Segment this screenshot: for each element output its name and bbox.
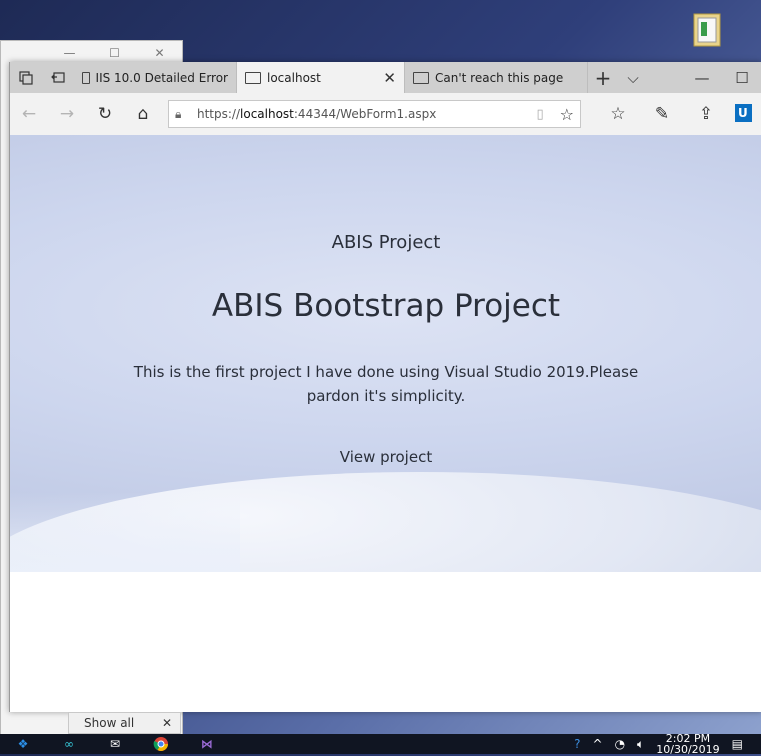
close-downloads-icon[interactable]: ✕ [162, 716, 172, 730]
show-all-button[interactable]: Show all [84, 716, 134, 730]
tab-label: localhost [267, 70, 321, 85]
maximize-button[interactable]: ☐ [92, 46, 137, 60]
volume-icon[interactable]: 🔈︎ [637, 737, 644, 752]
dropbox-icon[interactable]: ❖ [0, 737, 46, 751]
view-project-link[interactable]: View project [10, 448, 761, 466]
snow-foreground-image [10, 492, 240, 572]
page-title: ABIS Bootstrap Project [211, 288, 561, 324]
visual-studio-icon[interactable]: ⋈ [184, 737, 230, 751]
tab-bar: IIS 10.0 Detailed Error localhost ✕ Can'… [10, 62, 761, 93]
home-icon[interactable]: ⌂ [124, 104, 162, 124]
page-description: This is the first project I have done us… [133, 363, 639, 405]
system-tray: ? ^ ◔ 🔈︎ 2:02 PM 10/30/2019 ▤ [574, 733, 761, 755]
browser-window: IIS 10.0 Detailed Error localhost ✕ Can'… [9, 62, 761, 712]
network-icon[interactable]: ◔ [615, 737, 625, 751]
show-hidden-icon[interactable]: ^ [593, 737, 603, 751]
help-icon[interactable]: ? [574, 737, 580, 751]
notes-icon[interactable]: ✎ [643, 104, 681, 124]
mail-icon[interactable]: ✉ [92, 737, 138, 751]
page-icon [413, 71, 429, 84]
tab-label: Can't reach this page [435, 70, 564, 85]
favorites-icon[interactable]: ☆ [599, 104, 637, 124]
downloads-bar: Show all ✕ [68, 712, 181, 734]
reading-view-icon[interactable]: ▯ [537, 107, 544, 122]
page-icon [82, 71, 90, 84]
url-text: https://localhost:44344/WebForm1.aspx [197, 107, 437, 121]
close-tab-icon[interactable]: ✕ [383, 69, 396, 87]
page-icon [245, 71, 261, 84]
maximize-button[interactable]: ☐ [722, 62, 761, 93]
back-icon[interactable]: ← [10, 104, 48, 124]
address-bar: ← → ↻ ⌂ 🔒︎ https://localhost:44344/WebFo… [10, 93, 761, 136]
minimize-button[interactable]: — [682, 62, 722, 93]
minimize-button[interactable]: — [47, 46, 92, 60]
forward-icon[interactable]: → [48, 104, 86, 124]
tab-localhost[interactable]: localhost ✕ [237, 62, 405, 93]
tab-iis-error[interactable]: IIS 10.0 Detailed Error [74, 62, 237, 93]
tabs-aside-icon[interactable] [42, 62, 74, 93]
close-button[interactable]: ✕ [137, 46, 182, 60]
tab-cant-reach[interactable]: Can't reach this page [405, 62, 588, 93]
page-blank-area [10, 572, 761, 712]
url-input[interactable]: 🔒︎ https://localhost:44344/WebForm1.aspx… [168, 100, 581, 128]
profile-avatar[interactable]: U [735, 104, 752, 122]
clock-date: 10/30/2019 [656, 743, 720, 756]
tab-label: IIS 10.0 Detailed Error [95, 70, 228, 85]
page-subtitle: ABIS Project [331, 232, 441, 253]
lock-icon: 🔒︎ [175, 106, 182, 121]
tab-list-button[interactable]: ⌵ [618, 62, 648, 93]
infinity-app-icon[interactable]: ∞ [46, 737, 92, 751]
taskbar: ❖ ∞ ✉ ⋈ ? ^ ◔ 🔈︎ 2:02 PM 10/30/2019 ▤ [0, 733, 761, 755]
tab-set-aside-icon[interactable] [10, 62, 42, 93]
new-tab-button[interactable]: + [588, 62, 618, 93]
hero-section: ABIS Project ABIS Bootstrap Project This… [10, 135, 761, 572]
refresh-icon[interactable]: ↻ [86, 104, 124, 124]
folder-icon[interactable] [692, 10, 722, 50]
favorite-star-icon[interactable]: ☆ [560, 105, 574, 124]
share-icon[interactable]: ⇪ [687, 104, 725, 124]
chrome-icon[interactable] [138, 736, 184, 752]
clock[interactable]: 2:02 PM 10/30/2019 [656, 733, 719, 755]
notifications-icon[interactable]: ▤ [732, 737, 743, 751]
